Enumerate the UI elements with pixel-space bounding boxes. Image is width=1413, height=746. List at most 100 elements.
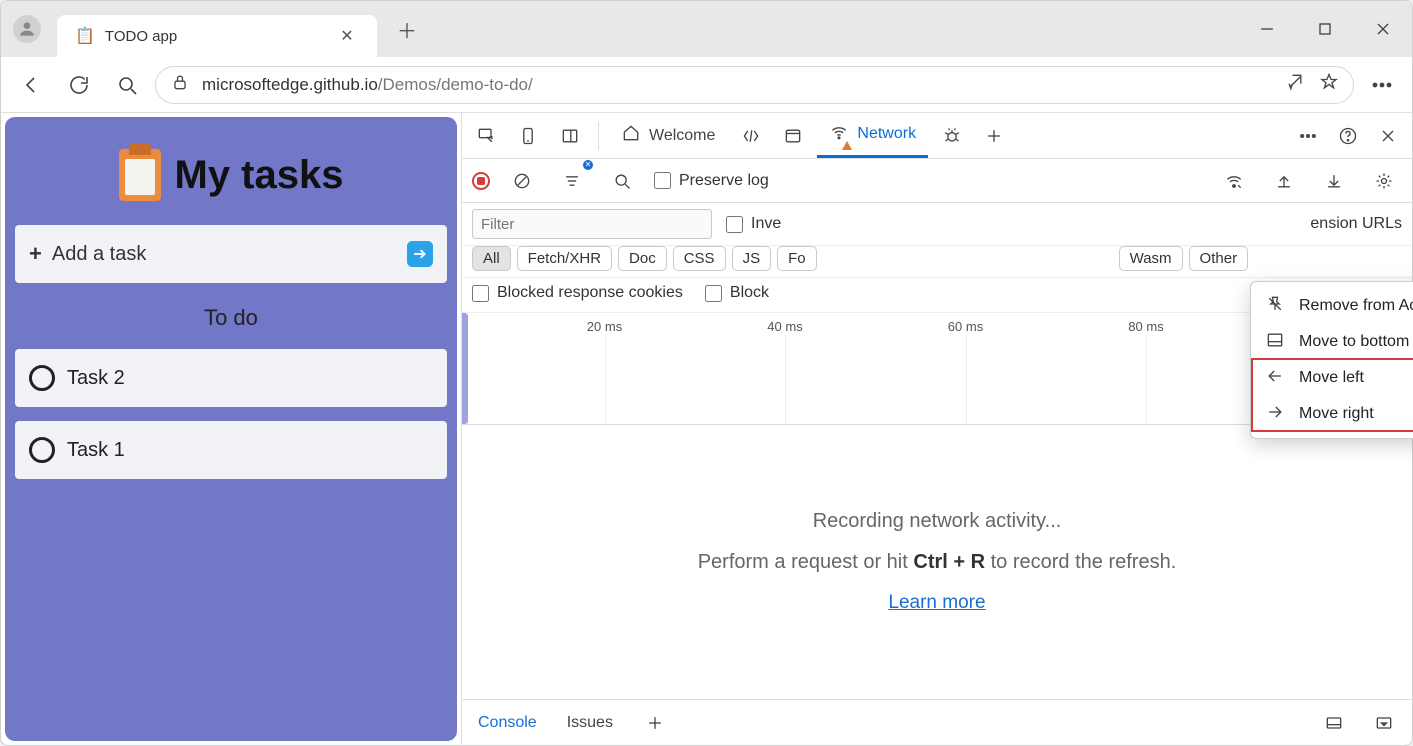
ctx-move-to-bottom[interactable]: Move to bottom Quick View xyxy=(1251,324,1413,360)
devtools-activity-bar: Welcome Network xyxy=(462,113,1412,159)
tab-favicon-icon: 📋 xyxy=(75,26,95,46)
ctx-remove-from-activity-bar[interactable]: Remove from Activity Bar xyxy=(1251,288,1413,324)
window-controls xyxy=(1238,6,1412,52)
drawer-dock-button[interactable] xyxy=(1316,705,1352,741)
add-task-label: Add a task xyxy=(52,243,397,266)
pill-css[interactable]: CSS xyxy=(673,246,726,271)
url-host: microsoftedge.github.io xyxy=(202,75,378,94)
devtools-panel: Welcome Network ✕ xyxy=(461,113,1412,745)
inspect-element-button[interactable] xyxy=(468,118,504,154)
minimize-button[interactable] xyxy=(1238,6,1296,52)
pill-js[interactable]: JS xyxy=(732,246,772,271)
dock-bottom-icon xyxy=(1265,330,1285,355)
browser-tab[interactable]: 📋 TODO app ✕ xyxy=(57,15,377,57)
devtools-more-button[interactable] xyxy=(1290,118,1326,154)
tab-network[interactable]: Network xyxy=(817,114,928,158)
extension-urls-label-fragment: ension URLs xyxy=(1310,215,1402,233)
devtools-drawer: Console Issues xyxy=(462,699,1412,745)
pill-all[interactable]: All xyxy=(472,246,511,271)
addressbar-row: microsoftedge.github.io/Demos/demo-to-do… xyxy=(1,57,1412,113)
arrow-right-icon xyxy=(1265,402,1285,427)
network-empty-state: Recording network activity... Perform a … xyxy=(462,425,1412,699)
task-checkbox[interactable] xyxy=(29,365,55,391)
close-devtools-button[interactable] xyxy=(1370,118,1406,154)
ctx-label: Move right xyxy=(1299,405,1374,423)
close-window-button[interactable] xyxy=(1354,6,1412,52)
url-text: microsoftedge.github.io/Demos/demo-to-do… xyxy=(202,75,533,95)
tab-network-label: Network xyxy=(857,125,916,143)
invert-checkbox[interactable]: Inve xyxy=(726,215,781,233)
blocked-cookies-checkbox[interactable]: Blocked response cookies xyxy=(472,284,683,302)
timeline-tick: 80 ms xyxy=(1128,319,1163,334)
addressbar[interactable]: microsoftedge.github.io/Demos/demo-to-do… xyxy=(155,66,1354,104)
drawer-more-button[interactable] xyxy=(637,705,673,741)
network-conditions-button[interactable] xyxy=(1216,163,1252,199)
task-item[interactable]: Task 2 xyxy=(15,349,447,407)
pill-wasm[interactable]: Wasm xyxy=(1119,246,1183,271)
tab-elements[interactable] xyxy=(733,118,769,154)
blocked-requests-label: Block xyxy=(730,284,769,302)
ctx-move-right[interactable]: Move right xyxy=(1251,396,1413,432)
recording-text: Recording network activity... xyxy=(813,510,1062,533)
ctx-label: Remove from Activity Bar xyxy=(1299,297,1413,315)
preserve-log-label: Preserve log xyxy=(679,172,769,190)
search-network-button[interactable] xyxy=(604,163,640,199)
pill-font[interactable]: Fo xyxy=(777,246,817,271)
browser-window: 📋 TODO app ✕ ＋ microsoftedge.github.io/D… xyxy=(0,0,1413,746)
app-header: My tasks xyxy=(15,127,447,211)
preserve-log-checkbox[interactable]: Preserve log xyxy=(654,172,769,190)
content-row: My tasks + Add a task ➔ To do Task 2 Tas… xyxy=(1,113,1412,745)
profile-avatar-button[interactable] xyxy=(13,15,41,43)
record-button[interactable] xyxy=(472,172,490,190)
filter-input[interactable] xyxy=(472,209,712,239)
tab-welcome[interactable]: Welcome xyxy=(609,114,727,158)
tab-bug-icon[interactable] xyxy=(934,118,970,154)
more-tabs-button[interactable] xyxy=(976,118,1012,154)
dock-side-button[interactable] xyxy=(552,118,588,154)
device-emulation-button[interactable] xyxy=(510,118,546,154)
drawer-expand-button[interactable] xyxy=(1366,705,1402,741)
clipboard-icon xyxy=(119,149,161,201)
blocked-cookies-label: Blocked response cookies xyxy=(497,284,683,302)
learn-more-link[interactable]: Learn more xyxy=(888,592,985,614)
import-har-button[interactable] xyxy=(1266,163,1302,199)
ctx-label: Move left xyxy=(1299,369,1364,387)
network-settings-button[interactable] xyxy=(1366,163,1402,199)
settings-more-button[interactable] xyxy=(1362,65,1402,105)
tab-welcome-label: Welcome xyxy=(649,127,715,145)
refresh-button[interactable] xyxy=(59,65,99,105)
titlebar: 📋 TODO app ✕ ＋ xyxy=(1,1,1412,57)
add-task-button[interactable]: + Add a task ➔ xyxy=(15,225,447,283)
filter-toggle-button[interactable]: ✕ xyxy=(554,163,590,199)
drawer-tab-console[interactable]: Console xyxy=(472,710,543,736)
url-path: /Demos/demo-to-do/ xyxy=(378,75,533,94)
favorite-button[interactable] xyxy=(1319,72,1339,97)
task-checkbox[interactable] xyxy=(29,437,55,463)
network-toolbar: ✕ Preserve log xyxy=(462,159,1412,203)
search-button[interactable] xyxy=(107,65,147,105)
ctx-label: Move to bottom Quick View xyxy=(1299,333,1413,351)
clear-button[interactable] xyxy=(504,163,540,199)
read-aloud-button[interactable] xyxy=(1285,72,1305,97)
pill-doc[interactable]: Doc xyxy=(618,246,667,271)
timeline-handle-left[interactable] xyxy=(462,313,468,424)
drawer-tab-issues[interactable]: Issues xyxy=(561,710,619,736)
maximize-button[interactable] xyxy=(1296,6,1354,52)
task-item[interactable]: Task 1 xyxy=(15,421,447,479)
export-har-button[interactable] xyxy=(1316,163,1352,199)
arrow-left-icon xyxy=(1265,366,1285,391)
pill-other[interactable]: Other xyxy=(1189,246,1249,271)
tab-title: TODO app xyxy=(105,28,325,45)
new-tab-button[interactable]: ＋ xyxy=(387,9,427,49)
blocked-requests-checkbox[interactable]: Block xyxy=(705,284,769,302)
submit-task-icon[interactable]: ➔ xyxy=(407,241,433,267)
pill-fetch-xhr[interactable]: Fetch/XHR xyxy=(517,246,612,271)
task-label: Task 1 xyxy=(67,439,125,462)
help-button[interactable] xyxy=(1330,118,1366,154)
tab-close-button[interactable]: ✕ xyxy=(335,24,359,48)
back-button[interactable] xyxy=(11,65,51,105)
timeline-tick: 20 ms xyxy=(587,319,622,334)
tab-sources[interactable] xyxy=(775,118,811,154)
ctx-move-left[interactable]: Move left xyxy=(1251,360,1413,396)
todo-app-panel: My tasks + Add a task ➔ To do Task 2 Tas… xyxy=(5,117,457,741)
